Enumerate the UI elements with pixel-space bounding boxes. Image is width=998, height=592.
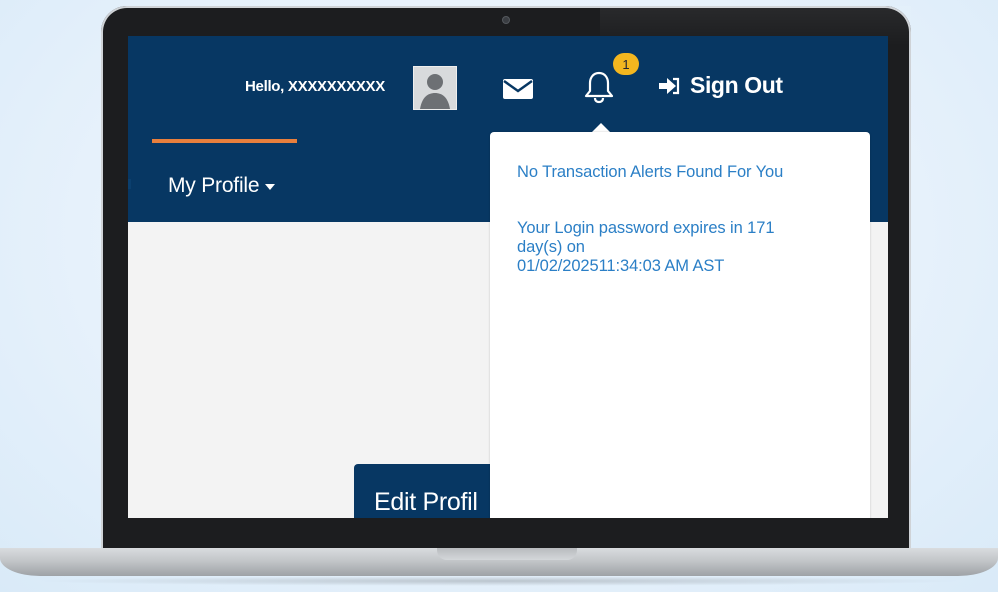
bell-icon[interactable] [584, 70, 614, 104]
laptop-shadow [30, 576, 968, 586]
user-greeting: Hello, XXXXXXXXXX [245, 78, 385, 95]
avatar-icon[interactable] [413, 66, 457, 110]
password-expiry-line-2: day(s) on [517, 238, 585, 256]
collapsed-sidebar-edge [128, 179, 131, 189]
edit-profile-card[interactable]: Edit Profil [354, 464, 504, 518]
edit-profile-label: Edit Profil [374, 488, 478, 516]
my-profile-label: My Profile [168, 174, 260, 197]
mail-icon[interactable] [502, 78, 534, 100]
my-profile-menu[interactable]: My Profile [168, 174, 276, 198]
browser-screen: Hello, XXXXXXXXXX 1 Sign Out My Profile … [128, 36, 888, 518]
no-alerts-message: No Transaction Alerts Found For You [517, 163, 784, 181]
notification-badge: 1 [613, 53, 639, 75]
alerts-dropdown: No Transaction Alerts Found For You Your… [490, 132, 870, 518]
password-expiry-line-3: 01/02/202511:34:03 AM AST [517, 257, 725, 275]
webcam [503, 17, 509, 23]
caret-down-icon [265, 184, 276, 190]
sign-out-icon [659, 77, 680, 94]
active-nav-indicator [152, 139, 297, 143]
sign-out-label: Sign Out [690, 72, 783, 98]
laptop-hinge-notch [437, 548, 577, 560]
password-expiry-line-1: Your Login password expires in 171 [517, 219, 775, 237]
sign-out-button[interactable]: Sign Out [658, 72, 783, 99]
